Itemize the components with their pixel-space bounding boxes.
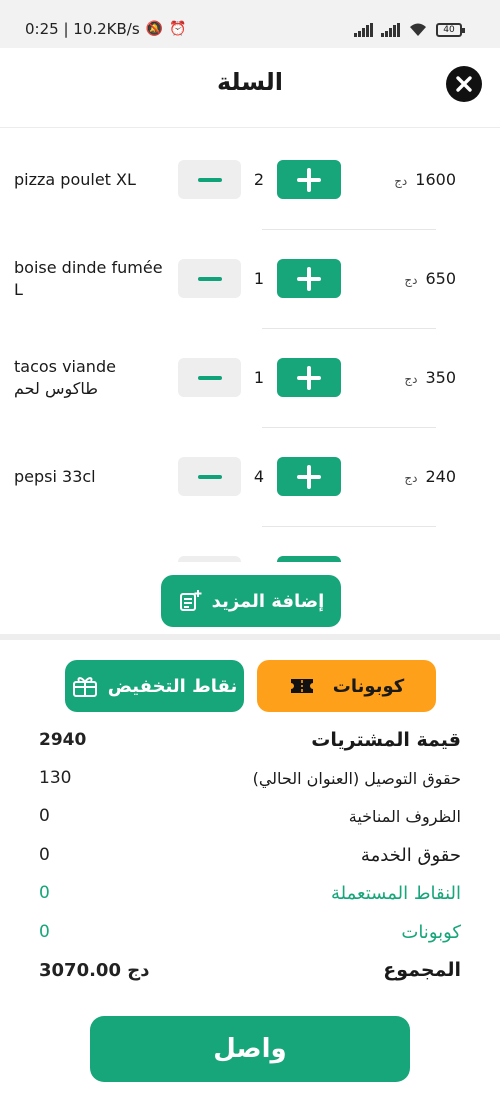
cart-item: boise dinde fumée L 1 دج 650 — [0, 230, 500, 329]
purchases-label: قيمة المشتريات — [311, 729, 461, 751]
discount-points-label: نقاط التخفيض — [107, 675, 238, 697]
decrease-button[interactable] — [178, 259, 241, 298]
summary-purchases-row: 2940 قيمة المشتريات — [39, 725, 461, 755]
delivery-value: 130 — [39, 768, 72, 788]
decrease-button[interactable] — [178, 457, 241, 496]
coupons-label: كوبونات — [332, 675, 405, 697]
increase-button[interactable] — [277, 457, 341, 496]
summary-delivery-row: 130 حقوق التوصيل (العنوان الحالي) — [39, 763, 461, 793]
increase-button[interactable] — [277, 556, 341, 562]
continue-button[interactable]: واصل — [90, 1016, 410, 1082]
add-list-icon — [179, 590, 202, 611]
points-used-label: النقاط المستعملة — [331, 882, 461, 904]
summary-total-row: 3070.00 دج المجموع — [39, 955, 461, 985]
currency-label: دج — [404, 273, 418, 287]
close-icon — [456, 76, 472, 92]
item-price: دج 240 — [364, 467, 456, 486]
close-button[interactable] — [446, 66, 482, 102]
item-quantity: 1 — [253, 269, 265, 288]
weather-label: الظروف المناخية — [348, 806, 461, 826]
cart-item-partial — [0, 554, 500, 562]
increase-button[interactable] — [277, 259, 341, 298]
price-value: 650 — [425, 269, 456, 288]
add-more-label: إضافة المزيد — [211, 590, 325, 612]
coupons-button[interactable]: كوبونات — [257, 660, 436, 712]
item-price: دج 650 — [364, 269, 456, 288]
plus-icon — [297, 464, 321, 489]
cart-item: pepsi 33cl 4 دج 240 — [0, 428, 500, 527]
purchases-value: 2940 — [39, 730, 87, 750]
decrease-button[interactable] — [178, 556, 241, 562]
currency-label: دج — [404, 471, 418, 485]
battery-icon: 40 — [436, 23, 465, 37]
status-indicators: 40 — [354, 22, 465, 38]
coupons-summary-label: كوبونات — [401, 921, 461, 943]
decrease-button[interactable] — [178, 358, 241, 397]
battery-level: 40 — [443, 25, 455, 35]
minus-icon — [197, 276, 222, 281]
plus-icon — [297, 167, 321, 192]
summary-weather-row: 0 الظروف المناخية — [39, 801, 461, 831]
summary-points-used-row: 0 النقاط المستعملة — [39, 878, 461, 908]
mute-icon: 🔕 — [145, 21, 164, 37]
service-label: حقوق الخدمة — [360, 844, 461, 866]
item-quantity: 2 — [253, 170, 265, 189]
weather-value: 0 — [39, 806, 50, 826]
total-value: 3070.00 دج — [39, 959, 150, 981]
item-quantity: 1 — [253, 368, 265, 387]
wifi-icon — [410, 23, 426, 36]
status-bar: 0:25 | 10.2KB/s 🔕 ⏰ 40 — [0, 0, 500, 48]
item-price: دج 350 — [364, 368, 456, 387]
decrease-button[interactable] — [178, 160, 241, 199]
price-value: 240 — [425, 467, 456, 486]
signal-icon — [354, 23, 373, 37]
cart-item: pizza poulet XL 2 دج 1600 — [0, 131, 500, 230]
divider — [262, 526, 436, 527]
minus-icon — [197, 375, 222, 380]
total-label: المجموع — [383, 959, 461, 981]
item-name: tacos viande طاكوس لحم — [14, 357, 116, 398]
page-title: السلة — [216, 68, 283, 96]
plus-icon — [297, 266, 321, 291]
summary-coupons-row: 0 كوبونات — [39, 917, 461, 947]
item-name: boise dinde fumée L — [14, 258, 163, 299]
delivery-label: حقوق التوصيل (العنوان الحالي) — [252, 768, 461, 788]
coupons-value: 0 — [39, 922, 50, 942]
price-value: 1600 — [415, 170, 456, 189]
gift-icon — [72, 677, 97, 697]
signal-icon-2 — [381, 23, 400, 37]
item-price: دج 1600 — [364, 170, 456, 189]
ticket-icon — [290, 679, 313, 693]
price-value: 350 — [425, 368, 456, 387]
summary-service-row: 0 حقوق الخدمة — [39, 840, 461, 870]
currency-label: دج — [394, 174, 408, 188]
continue-label: واصل — [213, 1034, 287, 1064]
discount-points-button[interactable]: نقاط التخفيض — [65, 660, 244, 712]
points-used-value: 0 — [39, 883, 50, 903]
status-time: 0:25 | 10.2KB/s 🔕 ⏰ — [25, 20, 187, 38]
section-divider — [0, 634, 500, 640]
cart-item: tacos viande طاكوس لحم 1 دج 350 — [0, 329, 500, 428]
item-name: pizza poulet XL — [14, 170, 136, 189]
alarm-icon: ⏰ — [169, 21, 187, 37]
increase-button[interactable] — [277, 160, 341, 199]
plus-icon — [297, 365, 321, 390]
status-time-text: 0:25 | 10.2KB/s — [25, 20, 140, 38]
minus-icon — [197, 177, 222, 182]
currency-label: دج — [404, 372, 418, 386]
increase-button[interactable] — [277, 358, 341, 397]
service-value: 0 — [39, 845, 50, 865]
minus-icon — [197, 474, 222, 479]
header: السلة — [0, 48, 500, 128]
item-quantity: 4 — [253, 467, 265, 486]
add-more-button[interactable]: إضافة المزيد — [161, 575, 341, 627]
item-name: pepsi 33cl — [14, 467, 96, 486]
